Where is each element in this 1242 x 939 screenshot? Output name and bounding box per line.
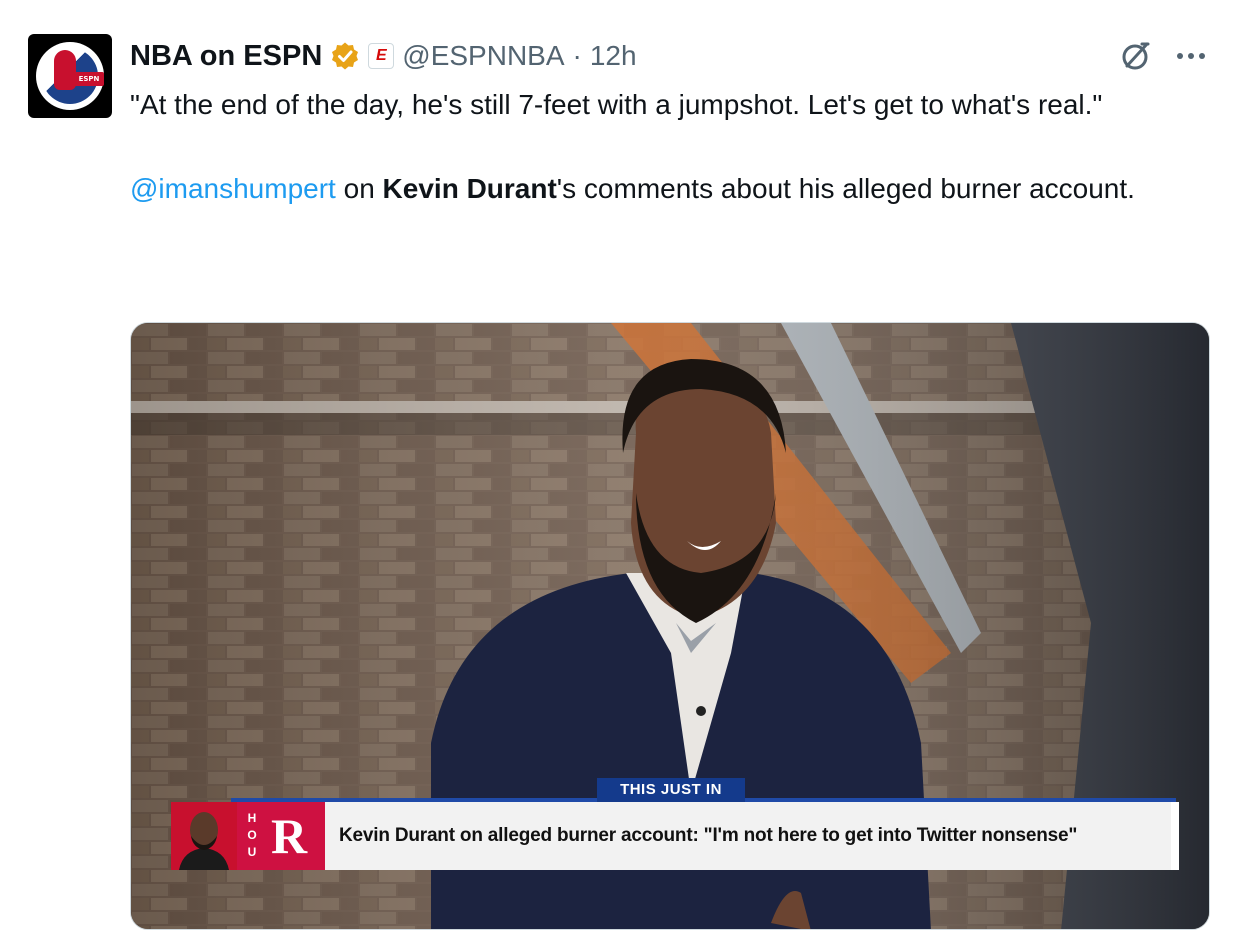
mention-link[interactable]: @imanshumpert (130, 173, 336, 204)
bold-name: Kevin Durant (382, 173, 557, 204)
tweet-caption: @imanshumpert on Kevin Durant's comments… (130, 168, 1190, 210)
display-name[interactable]: NBA on ESPN (130, 40, 322, 73)
tweet-card: ESPN NBA on ESPN E @ESPNNBA · 12h "At th… (0, 0, 1242, 939)
team-badge: H O U R (237, 802, 325, 870)
separator: · (572, 40, 582, 71)
verified-icon (330, 41, 360, 71)
grok-icon[interactable] (1118, 38, 1154, 74)
headline-bar-end (1171, 802, 1179, 870)
chyron-label: THIS JUST IN (597, 778, 745, 802)
caption-connector: on (335, 173, 383, 204)
avatar[interactable]: ESPN (28, 34, 112, 118)
tweet-quote: "At the end of the day, he's still 7-fee… (130, 89, 1103, 120)
lower-third: THIS JUST IN H O U R Kevin Durant on all… (131, 778, 1209, 929)
caption-rest: 's comments about his alleged burner acc… (556, 173, 1135, 204)
lapel-mic (696, 706, 706, 716)
headline-bar: Kevin Durant on alleged burner account: … (325, 802, 1171, 870)
player-headshot (171, 802, 237, 870)
team-abbreviation: H O U (247, 811, 257, 859)
timestamp[interactable]: 12h (590, 40, 637, 72)
handle[interactable]: @ESPNNBA (402, 40, 564, 72)
avatar-logo-text: ESPN (74, 72, 104, 86)
tweet-header: NBA on ESPN E @ESPNNBA · 12h (130, 38, 637, 74)
media-video[interactable]: THIS JUST IN H O U R Kevin Durant on all… (130, 322, 1210, 930)
tweet-text: "At the end of the day, he's still 7-fee… (130, 84, 1190, 210)
rockets-logo-icon: R (271, 808, 308, 864)
headline-text: Kevin Durant on alleged burner account: … (339, 825, 1078, 846)
avatar-logo-figure (54, 50, 76, 90)
affiliate-badge-icon[interactable]: E (368, 43, 395, 69)
more-icon[interactable] (1174, 46, 1208, 66)
